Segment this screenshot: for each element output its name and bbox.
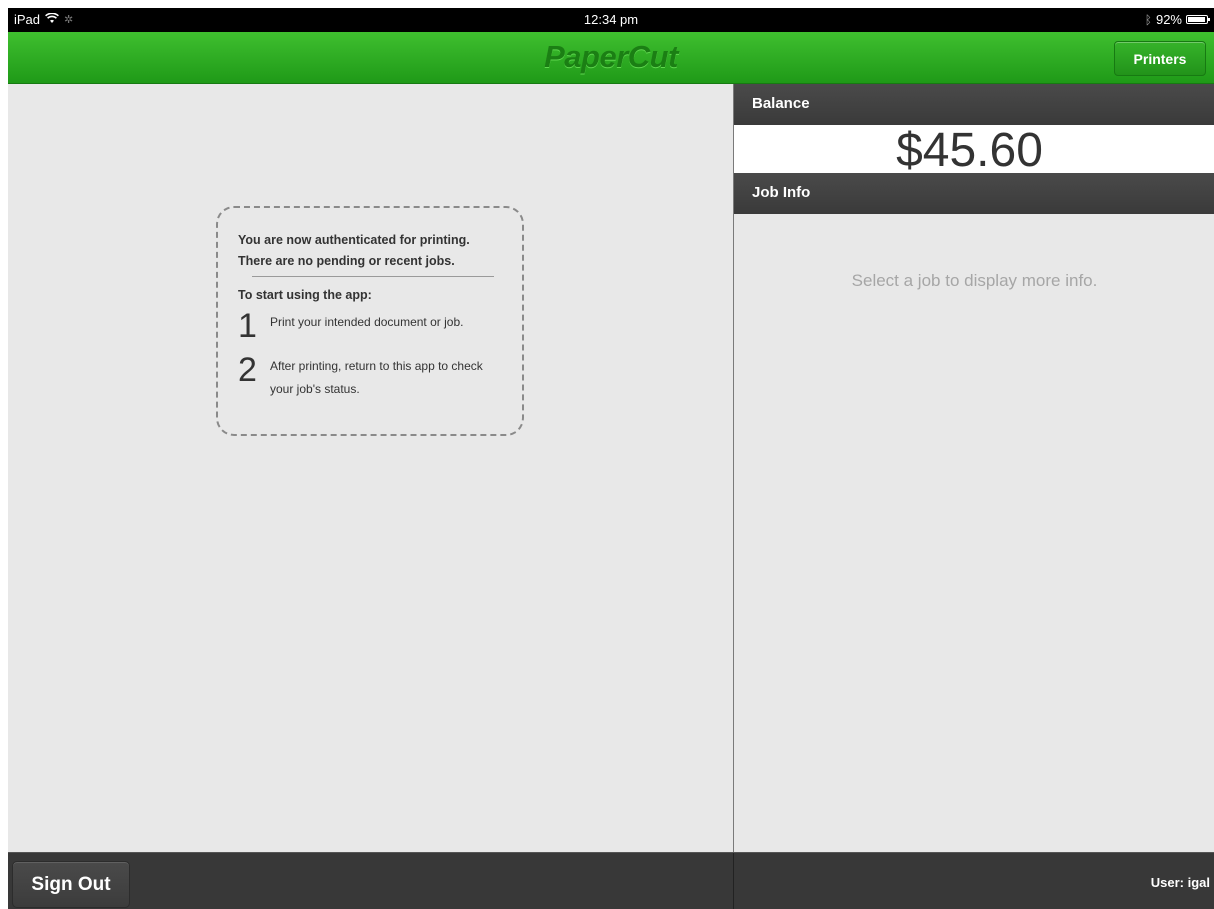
auth-message: You are now authenticated for printing. <box>238 233 470 247</box>
status-bar: iPad ✲ 12:34 pm ᛒ 92% <box>8 8 1214 32</box>
details-panel: Balance $45.60 Job Info Select a job to … <box>733 84 1214 852</box>
current-user-label: User: igal <box>1150 875 1210 890</box>
step-2: 2 After printing, return to this app to … <box>238 353 502 401</box>
battery-icon <box>1186 15 1210 24</box>
papercut-logo: PaperCut <box>544 39 678 74</box>
job-info-header: Job Info <box>734 173 1214 214</box>
job-info-empty-message: Select a job to display more info. <box>851 271 1098 290</box>
balance-value: $45.60 <box>896 125 1043 174</box>
job-list-panel: You are now authenticated for printing. … <box>8 84 733 852</box>
step-1: 1 Print your intended document or job. <box>238 309 502 343</box>
sign-out-button[interactable]: Sign Out <box>12 861 130 908</box>
step-text-line1: After printing, return to this app to ch… <box>270 359 483 373</box>
bottom-toolbar: Sign Out User: igal <box>8 852 1214 909</box>
app-window: iPad ✲ 12:34 pm ᛒ 92% PaperCut Printers <box>8 8 1214 909</box>
no-jobs-message: There are no pending or recent jobs. <box>238 254 455 268</box>
balance-box: $45.60 <box>734 125 1214 173</box>
step-text: Print your intended document or job. <box>270 315 464 329</box>
balance-header: Balance <box>734 84 1214 125</box>
battery-percent: 92% <box>1155 12 1182 27</box>
instructions-card: You are now authenticated for printing. … <box>216 206 524 436</box>
step-number: 1 <box>238 307 257 345</box>
card-divider <box>252 276 494 277</box>
printers-button[interactable]: Printers <box>1114 41 1206 76</box>
bluetooth-icon: ᛒ <box>1144 12 1152 27</box>
toolbar-divider <box>733 853 734 909</box>
step-text-line2: your job's status. <box>270 382 360 396</box>
status-time: 12:34 pm <box>583 12 639 27</box>
start-heading: To start using the app: <box>238 288 372 302</box>
step-number: 2 <box>238 351 257 389</box>
app-header: PaperCut Printers <box>8 32 1214 84</box>
